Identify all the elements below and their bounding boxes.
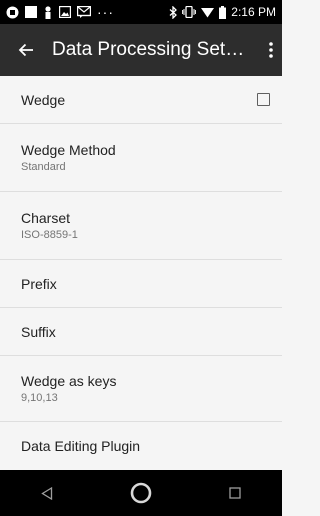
status-left-icons: ···: [6, 4, 114, 20]
message-icon: [77, 6, 91, 18]
vibrate-icon: [182, 6, 197, 18]
more-dots-icon: ···: [97, 4, 114, 20]
wedge-checkbox[interactable]: [257, 93, 270, 106]
setting-title: Wedge as keys: [21, 373, 117, 389]
setting-summary: 9,10,13: [21, 392, 58, 404]
setting-prefix[interactable]: Prefix: [0, 260, 282, 308]
setting-title: Wedge: [21, 91, 66, 108]
setting-title: Suffix: [21, 323, 56, 340]
setting-summary: ISO-8859-1: [21, 229, 78, 241]
overflow-menu-button[interactable]: [260, 24, 282, 76]
more-vert-icon: [269, 42, 273, 58]
setting-suffix[interactable]: Suffix: [0, 308, 282, 356]
square-icon: [25, 6, 37, 18]
status-right-icons: 2:16 PM: [169, 5, 276, 19]
home-circle-icon: [130, 482, 152, 504]
setting-wedge-method[interactable]: Wedge Method Standard: [0, 124, 282, 192]
back-triangle-icon: [41, 486, 53, 500]
nav-recents-button[interactable]: [215, 473, 255, 513]
battery-icon: [219, 5, 227, 19]
navigation-bar: [0, 470, 282, 516]
back-button[interactable]: [0, 24, 52, 76]
recents-square-icon: [229, 487, 241, 499]
setting-wedge-as-keys[interactable]: Wedge as keys 9,10,13: [0, 356, 282, 422]
wifi-icon: [201, 7, 215, 18]
page-title: Data Processing Set…: [52, 39, 245, 60]
arrow-back-icon: [18, 42, 34, 58]
bluetooth-icon: [169, 5, 178, 19]
nav-home-button[interactable]: [121, 473, 161, 513]
setting-title: Data Editing Plugin: [21, 438, 141, 454]
status-bar: ··· 2:16 PM: [0, 0, 282, 24]
setting-charset[interactable]: Charset ISO-8859-1: [0, 192, 282, 260]
setting-wedge[interactable]: Wedge: [0, 76, 282, 124]
notification-icon: [6, 6, 19, 19]
setting-title: Charset: [21, 210, 71, 226]
setting-title: Prefix: [21, 275, 57, 292]
person-icon: [43, 5, 53, 19]
nav-back-button[interactable]: [27, 473, 67, 513]
app-bar: Data Processing Set…: [0, 24, 282, 76]
setting-title: Wedge Method: [21, 142, 116, 158]
photo-icon: [59, 6, 71, 18]
setting-summary: Standard: [21, 161, 66, 173]
status-time: 2:16 PM: [231, 5, 276, 19]
setting-data-editing-plugin[interactable]: Data Editing Plugin: [0, 422, 282, 470]
settings-list: Wedge Wedge Method Standard Charset ISO-…: [0, 76, 282, 470]
